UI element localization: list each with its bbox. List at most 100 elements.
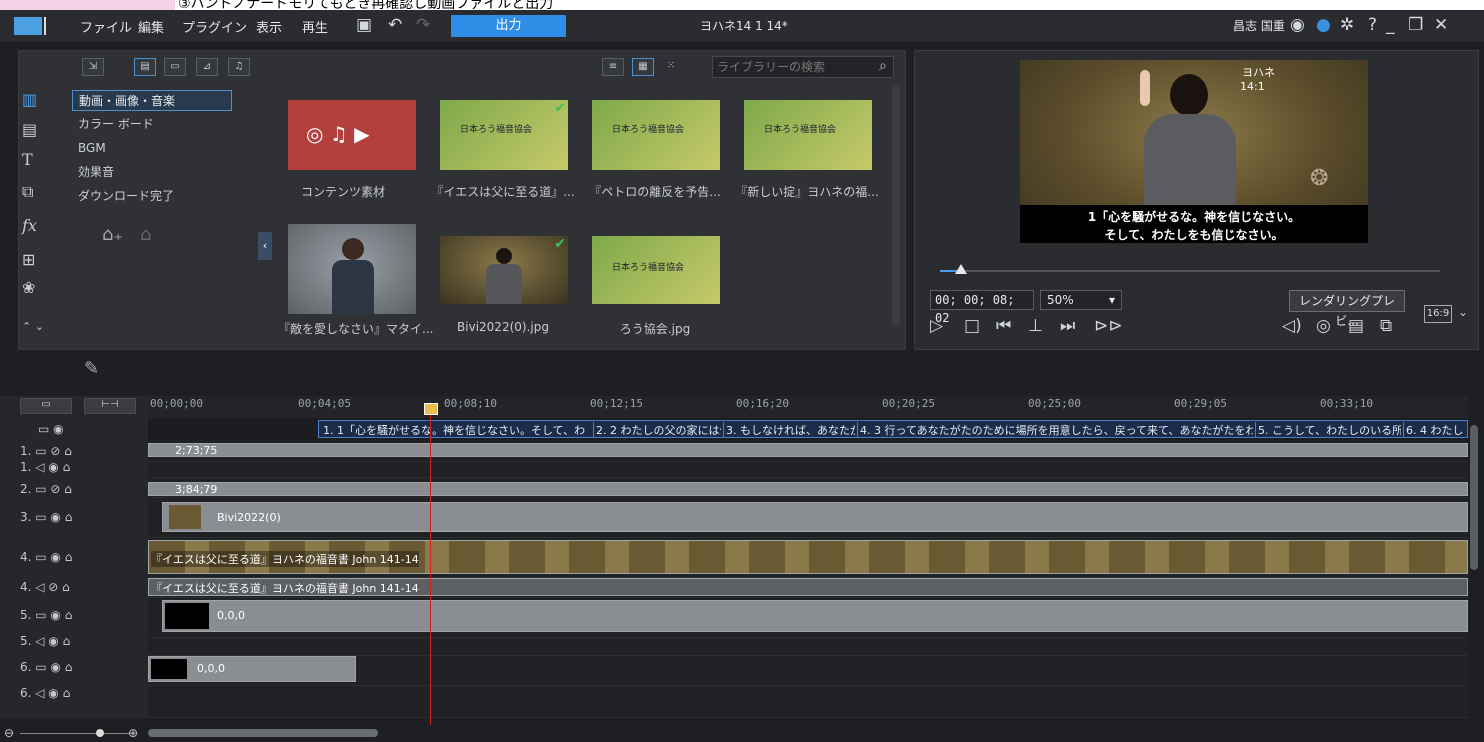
timeline-ruler[interactable]: 00;00;00 00;04;05 00;08;10 00;12;15 00;1… xyxy=(148,396,1468,418)
preview-scrub-track[interactable] xyxy=(940,270,1440,272)
video-filter-icon[interactable]: ▭ xyxy=(164,58,186,76)
fast-forward-icon[interactable]: ⊳⊳ xyxy=(1094,316,1123,336)
video-clip[interactable]: 『イエスは父に至る道』ヨハネの福音書 John 141-14 xyxy=(148,540,1468,574)
list-view-icon[interactable]: ≡ xyxy=(602,58,624,76)
audio-filter-icon[interactable]: ♫ xyxy=(228,58,250,76)
playhead-handle[interactable] xyxy=(424,403,438,415)
track-header: 4. ▭ ◉ ⌂ xyxy=(20,550,73,564)
zoom-in-icon[interactable]: ⊕ xyxy=(128,726,138,740)
mark-icon[interactable]: ⊥ xyxy=(1028,316,1043,336)
media-thumbnail[interactable]: 日本ろう福音協会 xyxy=(592,236,720,304)
menu-file[interactable]: ファイル xyxy=(80,17,132,36)
collapse-up-icon[interactable]: ⌃ ⌄ xyxy=(22,320,44,333)
menu-plugin[interactable]: プラグイン xyxy=(182,17,247,36)
clip-label: Bivi2022(0) xyxy=(217,511,281,524)
close-icon[interactable]: ✕ xyxy=(1434,15,1448,35)
category-item[interactable]: BGM xyxy=(72,138,232,159)
search-icon[interactable]: ⌕ xyxy=(879,58,887,74)
subtitle-segment[interactable]: 6. 4 わたし xyxy=(1403,422,1467,438)
fit-timeline-icon[interactable]: ⊢⊣ xyxy=(84,398,136,414)
render-preview-button[interactable]: レンダリングプレビ... xyxy=(1289,290,1405,328)
subtitle-segment[interactable]: 2. 2 わたしの父の家には住 xyxy=(593,422,721,438)
category-item[interactable]: 効果音 xyxy=(72,162,232,183)
timeline-vertical-scrollbar[interactable] xyxy=(1470,425,1478,570)
particle-icon[interactable]: ❀ xyxy=(22,278,35,297)
timeline-clip[interactable]: 0,0,0 xyxy=(162,600,1468,632)
pen-tool-icon[interactable]: ✎ xyxy=(84,358,99,379)
audio-clip[interactable]: 『イエスは父に至る道』ヨハネの福音書 John 141-14 xyxy=(148,578,1468,596)
redo-icon[interactable]: ↷ xyxy=(416,15,430,35)
thumbnail-size-icon[interactable]: ⁙ xyxy=(660,58,682,76)
category-item[interactable]: 動画・画像・音楽 xyxy=(72,90,232,111)
add-tag-icon[interactable]: ⌂₊ xyxy=(102,224,123,245)
scrub-handle[interactable] xyxy=(955,264,967,274)
media-room-icon[interactable]: ▥ xyxy=(22,90,37,109)
export-button[interactable]: 出力 xyxy=(451,15,566,37)
media-thumbnail[interactable] xyxy=(288,224,416,314)
snapshot-icon[interactable]: ◎ xyxy=(1316,316,1331,336)
undo-icon[interactable]: ↶ xyxy=(388,15,402,35)
timecode-display[interactable]: 00; 00; 08; 02 xyxy=(930,290,1034,325)
subtitle-segment[interactable]: 3. もしなければ、あなたが xyxy=(723,422,855,438)
library-search-input[interactable] xyxy=(717,60,867,74)
zoom-out-icon[interactable]: ⊖ xyxy=(4,726,14,740)
zoom-slider-track[interactable] xyxy=(20,733,130,734)
import-icon[interactable]: ⇲ xyxy=(82,58,104,76)
ruler-tick: 00;25;00 xyxy=(1028,397,1081,410)
thumbnail-label: 『ペトロの離反を予告... xyxy=(589,185,721,199)
subtitle-toggle-icon[interactable]: ▤ xyxy=(1348,316,1364,336)
media-thumbnail[interactable]: 日本ろう福音協会 ✔ xyxy=(440,100,568,170)
remove-tag-icon[interactable]: ⌂ xyxy=(140,224,151,245)
previous-frame-icon[interactable]: ⏮ xyxy=(996,316,1011,336)
overlay-icon[interactable]: ⊞ xyxy=(22,250,35,269)
timeline-clip[interactable]: 2;73;75 xyxy=(148,443,1468,457)
stop-icon[interactable]: □ xyxy=(964,316,980,336)
volume-icon[interactable]: ◁) xyxy=(1282,316,1302,336)
timeline-horizontal-scrollbar[interactable] xyxy=(148,729,378,737)
title-icon[interactable]: T xyxy=(22,150,33,169)
library-search[interactable]: ⌕ xyxy=(712,56,894,78)
help-icon[interactable]: ? xyxy=(1368,15,1377,35)
next-frame-icon[interactable]: ⏭ xyxy=(1060,316,1075,336)
menu-view[interactable]: 表示 xyxy=(256,17,282,36)
external-preview-icon[interactable]: ⧉ xyxy=(1380,316,1392,336)
category-item[interactable]: ダウンロード完了 xyxy=(72,186,232,207)
restore-icon[interactable]: ❐ xyxy=(1408,15,1423,35)
account-icon[interactable]: ◉ xyxy=(1290,15,1305,35)
media-thumbnail[interactable]: ✔ xyxy=(440,236,568,304)
menu-edit[interactable]: 編集 xyxy=(138,17,164,36)
subtitle-segment[interactable]: 1. 1「心を騒がせるな。神を信じなさい。そして、わ xyxy=(323,422,589,438)
track-manager-icon[interactable]: ▭ xyxy=(20,398,72,414)
minimize-icon[interactable]: _ xyxy=(1386,15,1395,35)
zoom-select[interactable]: 50% ▾ xyxy=(1040,290,1122,310)
clip-label: 0,0,0 xyxy=(217,609,245,622)
media-thumbnail[interactable]: 日本ろう福音協会 xyxy=(592,100,720,170)
save-icon[interactable]: ▣ xyxy=(356,15,372,35)
subtitle-segment[interactable]: 5. こうして、わたしのいる所に xyxy=(1255,422,1401,438)
notification-icon[interactable]: ● xyxy=(1316,15,1331,35)
collapse-panel-button[interactable]: ‹ xyxy=(258,232,272,260)
play-icon[interactable]: ▷ xyxy=(930,316,943,336)
transition-icon[interactable]: ⧉ xyxy=(22,182,33,202)
playhead[interactable] xyxy=(430,404,431,726)
library-scrollbar[interactable] xyxy=(892,86,900,326)
subtitle-track[interactable]: 1. 1「心を騒がせるな。神を信じなさい。そして、わ 2. 2 わたしの父の家に… xyxy=(318,420,1468,438)
aspect-ratio-button[interactable]: 16:9 xyxy=(1424,305,1452,323)
track-header: 4. ◁ ⊘ ⌂ xyxy=(20,580,70,594)
template-icon[interactable]: ▤ xyxy=(22,120,37,139)
effects-fx-icon[interactable]: fx xyxy=(22,216,37,235)
settings-gear-icon[interactable]: ✲ xyxy=(1340,15,1354,35)
timeline-clip[interactable]: 3;84;79 xyxy=(148,482,1468,496)
timeline-clip[interactable]: Bivi2022(0) xyxy=(162,502,1468,532)
grid-view-icon[interactable]: ▦ xyxy=(632,58,654,76)
content-material-thumbnail[interactable]: ◎ ♫ ▶ xyxy=(288,100,416,170)
media-filter-all-icon[interactable]: ▤ xyxy=(134,58,156,76)
menu-playback[interactable]: 再生 xyxy=(302,17,328,36)
media-thumbnail[interactable]: 日本ろう福音協会 xyxy=(744,100,872,170)
category-item[interactable]: カラー ボード xyxy=(72,114,232,135)
chevron-down-icon[interactable]: ⌄ xyxy=(1458,305,1468,319)
timeline-clip[interactable]: 0,0,0 xyxy=(148,656,356,682)
zoom-slider-handle[interactable] xyxy=(96,729,104,737)
image-filter-icon[interactable]: ⊿ xyxy=(196,58,218,76)
subtitle-segment[interactable]: 4. 3 行ってあなたがたのために場所を用意したら、戻って来て、あなたがたをわ xyxy=(857,422,1253,438)
